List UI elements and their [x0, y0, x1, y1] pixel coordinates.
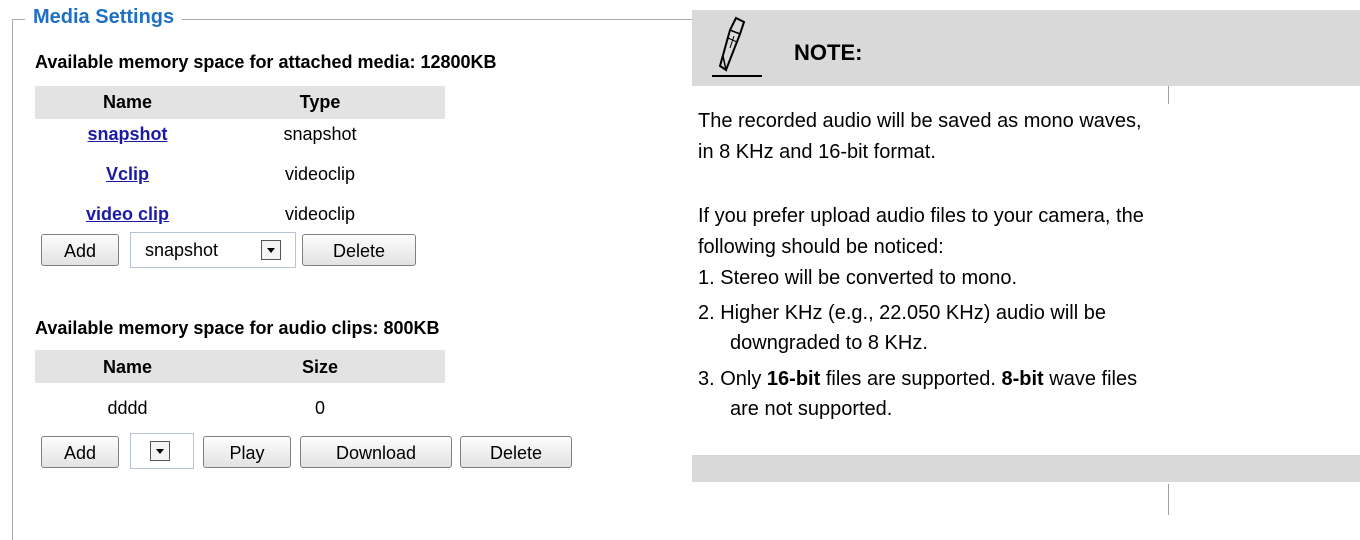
audio-size: 0 — [314, 398, 325, 418]
media-table-header: Name Type — [35, 86, 445, 119]
audio-download-button[interactable]: Download — [300, 436, 452, 468]
note-item-3-suffix: wave files — [1043, 368, 1138, 390]
divider — [1168, 86, 1169, 104]
note-paragraph-1-line-1: The recorded audio will be saved as mono… — [698, 110, 1142, 132]
note-item-3-prefix: 3. Only — [698, 368, 767, 390]
media-type-select-value: snapshot — [145, 240, 219, 260]
audio-name: dddd — [107, 398, 148, 418]
note-paragraph-2-line-1: If you prefer upload audio files to your… — [698, 205, 1144, 227]
note-paragraph-1-line-2: in 8 KHz and 16-bit format. — [698, 141, 936, 163]
media-link-video-clip[interactable]: video clip — [35, 204, 220, 225]
divider — [1168, 484, 1169, 515]
media-memory-label: Available memory space for attached medi… — [35, 52, 497, 72]
note-item-3-bold-8bit: 8-bit — [1001, 368, 1044, 390]
chevron-down-icon[interactable] — [261, 240, 281, 260]
audio-clip-select[interactable] — [130, 433, 194, 469]
note-item-3-bold-16bit: 16-bit — [766, 368, 821, 390]
audio-play-button[interactable]: Play — [203, 436, 291, 468]
note-item-2-line-2: downgraded to 8 KHz. — [730, 332, 928, 354]
media-col-type: Type — [299, 92, 341, 112]
media-type: snapshot — [283, 124, 357, 144]
note-footer-bar — [692, 455, 1360, 482]
pencil-icon — [712, 16, 762, 77]
media-type: videoclip — [284, 204, 356, 224]
audio-table-header: Name Size — [35, 350, 445, 383]
audio-add-button[interactable]: Add — [41, 436, 119, 468]
chevron-down-icon[interactable] — [150, 441, 170, 461]
audio-col-name: Name — [102, 357, 153, 377]
note-title: NOTE: — [794, 40, 863, 65]
note-item-3-line-1: 3. Only 16-bit files are supported. 8-bi… — [698, 364, 1348, 394]
audio-delete-button[interactable]: Delete — [460, 436, 572, 468]
note-item-3-line-2: are not supported. — [730, 398, 893, 420]
note-item-1: 1. Stereo will be converted to mono. — [698, 267, 1018, 289]
media-link-vclip[interactable]: Vclip — [35, 164, 220, 185]
note-item-2-line-1: 2. Higher KHz (e.g., 22.050 KHz) audio w… — [698, 302, 1106, 324]
note-header: NOTE: — [692, 10, 1360, 86]
media-link-snapshot[interactable]: snapshot — [35, 124, 220, 145]
note-item-3-mid: files are supported. — [820, 368, 1002, 390]
audio-memory-label: Available memory space for audio clips: … — [35, 318, 440, 338]
audio-col-size: Size — [301, 357, 339, 377]
media-settings-legend: Media Settings — [25, 6, 183, 29]
media-col-name: Name — [102, 92, 153, 112]
media-delete-button[interactable]: Delete — [302, 234, 416, 266]
media-type: videoclip — [284, 164, 356, 184]
note-paragraph-2-line-2: following should be noticed: — [698, 236, 944, 258]
media-type-select[interactable]: snapshot — [130, 232, 296, 268]
media-add-button[interactable]: Add — [41, 234, 119, 266]
